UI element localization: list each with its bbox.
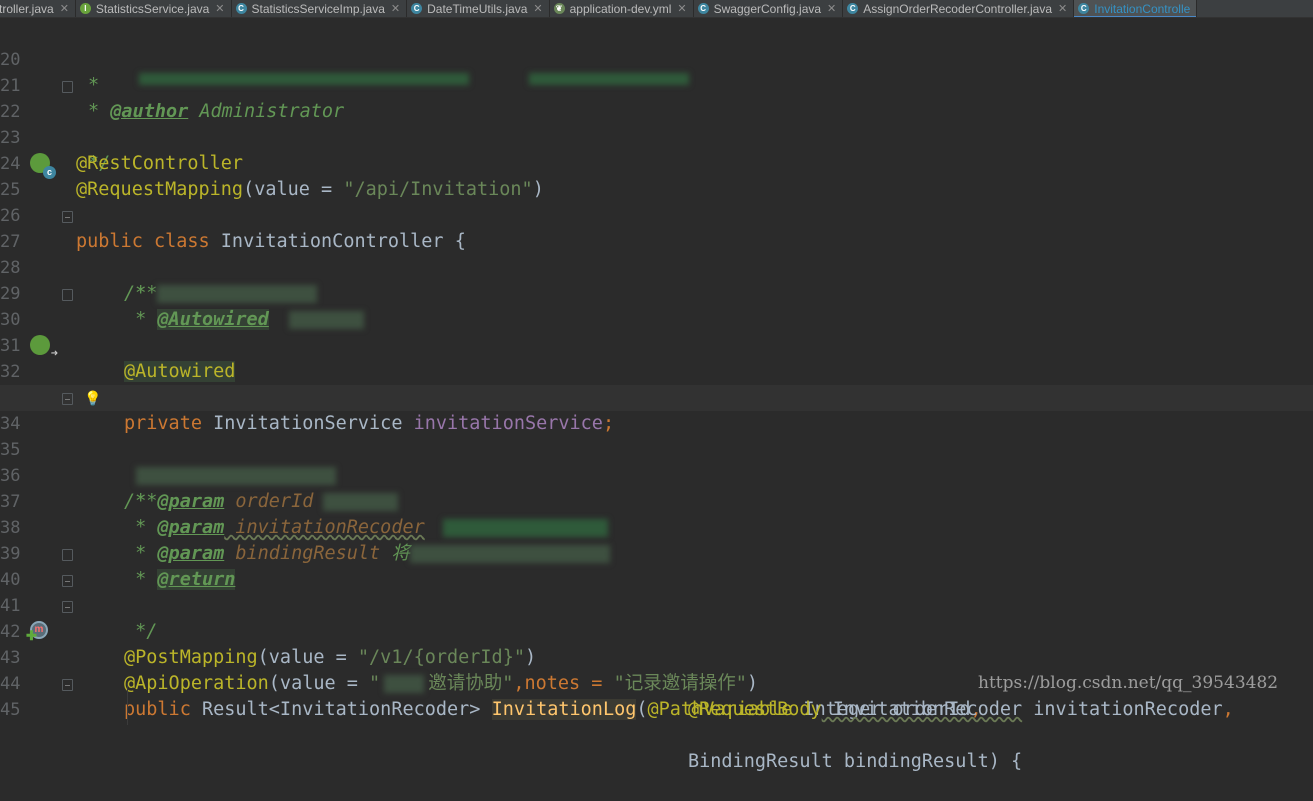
keyword: public (124, 699, 202, 720)
punctuation: , (1222, 699, 1234, 720)
type-name: Result<InvitationRecoder> (201, 699, 492, 720)
tab-statistics-service-imp[interactable]: C StatisticsServiceImp.java ✕ (232, 0, 408, 17)
fold-marker[interactable] (62, 601, 73, 613)
request-mapping-icon[interactable]: m ✚ (26, 621, 48, 642)
code-text: ( (636, 699, 648, 720)
code-line: 31 @Autowired (0, 307, 1313, 382)
close-icon[interactable]: ✕ (827, 2, 836, 15)
fold-marker[interactable] (62, 549, 73, 561)
code-line: 39 * @return (0, 515, 1313, 590)
code-line: 21 * @author Administrator (0, 47, 1313, 122)
tab-statistics-service[interactable]: I StatisticsService.java ✕ (76, 0, 232, 17)
tab-label: application-dev.yml (569, 1, 672, 16)
code-line: 36 * @param orderId (0, 437, 1313, 512)
fold-marker[interactable] (62, 81, 73, 93)
code-line: 44 @RequestBody InvitationRecoder invita… (0, 645, 1313, 720)
close-icon[interactable]: ✕ (391, 2, 400, 15)
navigate-arrow-icon: ➜ (50, 346, 58, 360)
tab-swagger-config[interactable]: C SwaggerConfig.java ✕ (694, 0, 844, 17)
code-line: 42 @ApiOperation(value = " 邀请协助",notes = … (0, 593, 1313, 694)
method-name: InvitationLog (491, 699, 637, 720)
tab-invitation-controller[interactable]: C InvitationControlle (1074, 0, 1198, 17)
watermark-text: https://blog.csdn.net/qq_39543482 (978, 673, 1279, 693)
code-line: 22 */ (0, 73, 1313, 174)
tab-label: DateTimeUtils.java (427, 1, 528, 16)
tab-application-dev-yml[interactable]: ❦ application-dev.yml ✕ (550, 0, 694, 17)
spring-bean-icon[interactable]: c (30, 153, 56, 179)
code-text: BindingResult bindingResult) { (688, 751, 1023, 772)
tab-troller-java[interactable]: troller.java ✕ (0, 0, 76, 17)
tab-date-time-utils[interactable]: C DateTimeUtils.java ✕ (407, 0, 550, 17)
class-icon: C (235, 3, 247, 14)
tab-label: StatisticsServiceImp.java (251, 1, 385, 16)
code-editor[interactable]: 20 * 21 * @author Administrator 22 */ 23… (0, 19, 1313, 772)
class-icon: C (697, 3, 709, 14)
line-number: 45 (0, 700, 21, 720)
fold-marker[interactable] (62, 679, 73, 691)
interface-icon: I (79, 3, 91, 14)
editor-tab-bar: troller.java ✕ I StatisticsService.java … (0, 0, 1313, 18)
tab-label: SwaggerConfig.java (713, 1, 822, 16)
spring-leaf-icon: ❦ (553, 3, 565, 14)
fold-marker[interactable] (62, 393, 73, 405)
code-line: 43 m ✚ public Result<InvitationRecoder> I… (0, 619, 1313, 720)
code-line: 23 @RestController (0, 99, 1313, 174)
tab-label: troller.java (0, 1, 54, 16)
close-icon[interactable]: ✕ (1058, 2, 1067, 15)
plus-icon: ✚ (26, 628, 37, 643)
code-line: 40 */ (0, 541, 1313, 642)
class-icon: C (1078, 3, 1090, 14)
code-line: 29 * @Autowired (0, 255, 1313, 330)
code-line: 28 * (0, 229, 1313, 304)
code-line: 24 @RequestMapping(value = "/api/Invitat… (0, 125, 1313, 200)
close-icon[interactable]: ✕ (60, 2, 69, 15)
class-icon: C (847, 3, 859, 14)
code-line: 38 * @param bindingResult 将 (0, 489, 1313, 564)
code-line: 37 * @param invitationRecoder (0, 463, 1313, 538)
close-icon[interactable]: ✕ (215, 2, 224, 15)
code-line: 25 c public class InvitationController { (0, 151, 1313, 252)
close-icon[interactable]: ✕ (677, 2, 686, 15)
lightbulb-icon[interactable]: 💡 (84, 386, 101, 412)
current-code-line: 34 💡 /** (0, 385, 1313, 512)
autowired-bean-icon[interactable]: ➜ (30, 335, 58, 359)
class-icon: C (411, 3, 423, 14)
code-line: 35 (0, 411, 1313, 485)
code-line: 41 @PostMapping(value = "/v1/{orderId}") (0, 567, 1313, 668)
type-name: InvitationRecoder (821, 699, 1023, 720)
code-line: 32 ➜ private InvitationService invitatio… (0, 333, 1313, 434)
code-line: 26 (0, 177, 1313, 226)
tab-label: StatisticsService.java (95, 1, 210, 16)
fold-marker[interactable] (62, 289, 73, 301)
code-line: 30 */ (0, 281, 1313, 382)
close-icon[interactable]: ✕ (533, 2, 542, 15)
fold-marker[interactable] (62, 575, 73, 587)
tab-label: InvitationControlle (1094, 1, 1191, 16)
code-line: 33 (0, 359, 1313, 408)
fold-marker[interactable] (62, 211, 73, 223)
tab-label: AssignOrderRecoderController.java (863, 1, 1053, 16)
tab-assign-order-recoder-controller[interactable]: C AssignOrderRecoderController.java ✕ (843, 0, 1075, 17)
code-line: 27 /** (0, 203, 1313, 304)
code-line: 20 * (0, 21, 1313, 96)
code-text: invitationRecoder (1022, 699, 1223, 720)
annotation: @RequestBody (688, 699, 822, 720)
indent-guide (127, 685, 128, 725)
